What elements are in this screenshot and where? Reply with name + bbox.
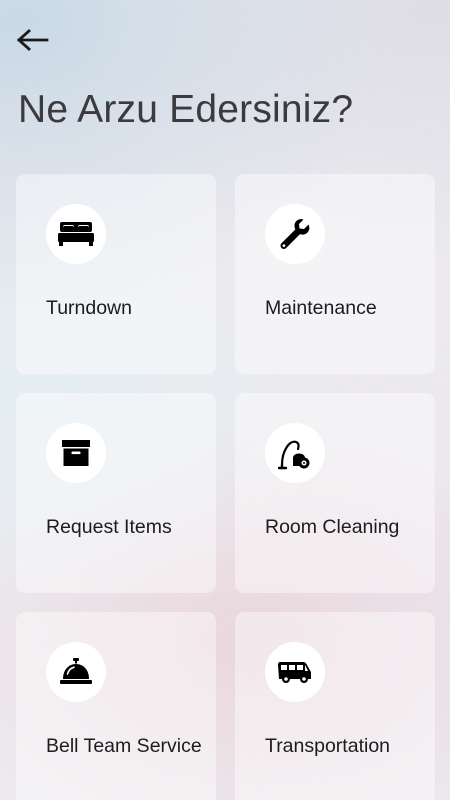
bell-team-service-card[interactable]: Bell Team Service <box>16 612 216 800</box>
icon-circle <box>46 423 106 483</box>
icon-circle <box>265 423 325 483</box>
icon-circle <box>265 204 325 264</box>
service-label: Request Items <box>46 516 172 538</box>
service-label: Turndown <box>46 297 132 319</box>
icon-circle <box>265 642 325 702</box>
service-bell-icon <box>60 658 92 684</box>
request-items-card[interactable]: Request Items <box>16 393 216 593</box>
arrow-left-icon <box>17 29 49 51</box>
bed-icon <box>58 222 94 246</box>
turndown-card[interactable]: Turndown <box>16 174 216 374</box>
box-icon <box>62 440 90 466</box>
transportation-card[interactable]: Transportation <box>235 612 435 800</box>
vacuum-cleaner-icon <box>278 440 310 470</box>
service-label: Bell Team Service <box>46 735 202 757</box>
service-label: Maintenance <box>265 297 377 319</box>
page-title: Ne Arzu Edersiniz? <box>18 88 354 131</box>
icon-circle <box>46 204 106 264</box>
maintenance-card[interactable]: Maintenance <box>235 174 435 374</box>
wrench-icon <box>280 219 310 249</box>
van-icon <box>278 662 311 683</box>
back-button[interactable] <box>14 24 52 56</box>
icon-circle <box>46 642 106 702</box>
room-cleaning-card[interactable]: Room Cleaning <box>235 393 435 593</box>
service-label: Transportation <box>265 735 391 757</box>
service-label: Room Cleaning <box>265 516 400 538</box>
